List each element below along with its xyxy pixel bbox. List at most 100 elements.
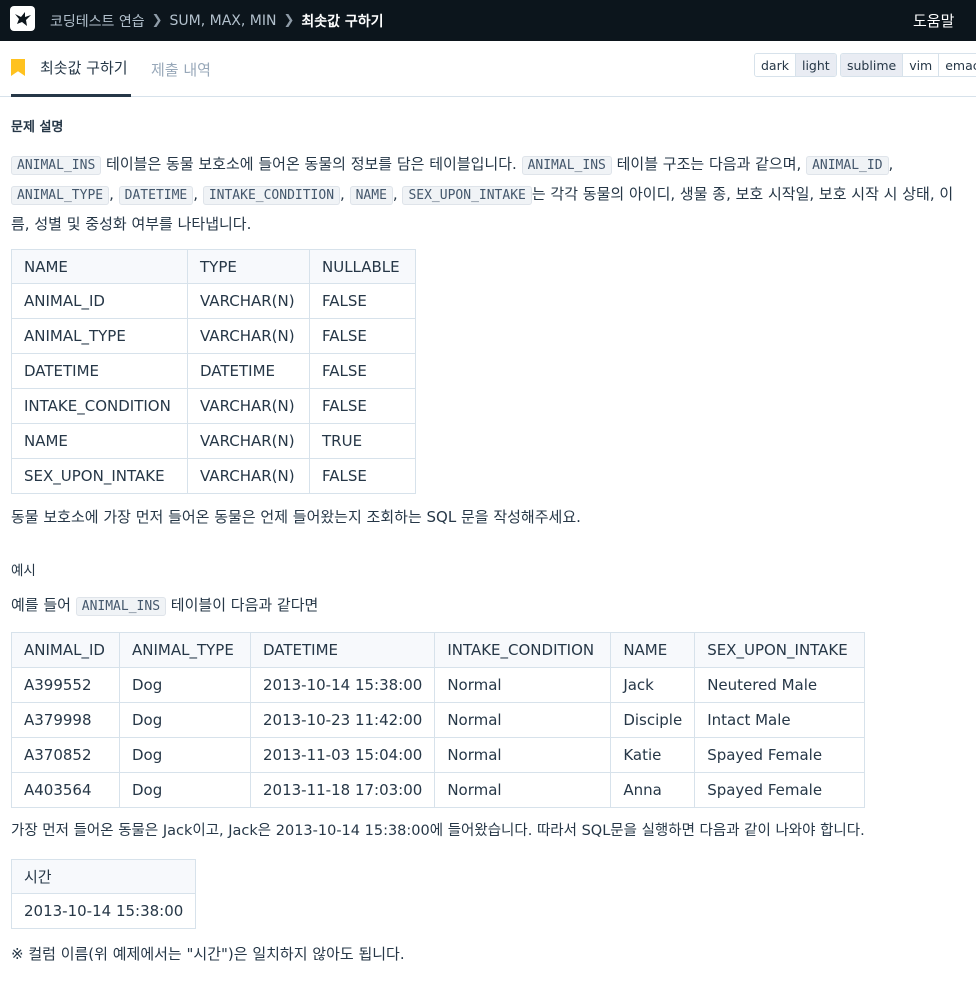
inline-code: ANIMAL_INS: [75, 597, 167, 616]
result-table: 시간 2013-10-14 15:38:00: [10, 859, 197, 929]
table-row: INTAKE_CONDITION VARCHAR(N) FALSE: [11, 388, 416, 424]
table-cell: Normal: [434, 702, 612, 738]
table-cell: VARCHAR(N): [187, 458, 310, 494]
table-row: DATETIME DATETIME FALSE: [11, 353, 416, 389]
intro-text: 테이블은 동물 보호소에 들어온 동물의 정보를 담은 테이블입니다.: [101, 155, 522, 173]
intro-text: ,: [193, 185, 203, 203]
theme-option-dark[interactable]: dark: [755, 54, 796, 76]
table-row: A403564 Dog 2013-11-18 17:03:00 Normal A…: [11, 772, 866, 808]
inline-code: SEX_UPON_INTAKE: [402, 186, 532, 205]
table-cell: DATETIME: [11, 353, 188, 389]
breadcrumb-item-sum-max-min[interactable]: SUM, MAX, MIN: [170, 13, 277, 29]
chevron-right-icon: ❯: [283, 13, 295, 28]
breadcrumb: 코딩테스트 연습 ❯ SUM, MAX, MIN ❯ 최솟값 구하기: [50, 0, 384, 41]
intro-text: ,: [888, 155, 894, 173]
inline-code: ANIMAL_INS: [11, 156, 102, 175]
table-cell: Disciple: [610, 702, 696, 738]
table-cell: FALSE: [309, 318, 416, 354]
table-cell: 2013-11-18 17:03:00: [249, 772, 436, 808]
table-cell: NAME: [11, 423, 188, 459]
theme-toggle: dark light: [754, 53, 837, 77]
table-cell: 2013-10-14 15:38:00: [249, 667, 436, 703]
table-header: NAME: [11, 249, 188, 284]
chevron-right-icon: ❯: [151, 13, 163, 28]
table-cell: VARCHAR(N): [187, 388, 310, 424]
table-cell: ANIMAL_ID: [11, 283, 188, 319]
intro-paragraph: ANIMAL_INS 테이블은 동물 보호소에 들어온 동물의 정보를 담은 테…: [11, 150, 961, 239]
table-row: ANIMAL_TYPE VARCHAR(N) FALSE: [11, 318, 416, 354]
table-cell: Dog: [119, 702, 251, 738]
table-cell: 2013-11-03 15:04:00: [249, 737, 436, 773]
section-title: 문제 설명: [11, 120, 64, 135]
table-row: A399552 Dog 2013-10-14 15:38:00 Normal J…: [11, 667, 866, 703]
example-intro-paragraph: 예를 들어 ANIMAL_INS 테이블이 다음과 같다면: [11, 591, 961, 621]
table-cell: Normal: [434, 667, 612, 703]
table-header: ANIMAL_ID: [11, 632, 120, 668]
table-cell: TRUE: [309, 423, 416, 459]
bookmark-icon: [11, 59, 25, 76]
table-cell: A370852: [11, 737, 120, 773]
keymap-option-emacs[interactable]: emacs: [939, 54, 976, 76]
table-cell: Katie: [610, 737, 696, 773]
table-cell: ANIMAL_TYPE: [11, 318, 188, 354]
note-paragraph: ※ 컬럼 이름(위 예제에서는 "시간")은 일치하지 않아도 됩니다.: [11, 945, 405, 963]
keymap-option-sublime[interactable]: sublime: [841, 54, 904, 76]
tab-problem[interactable]: 최솟값 구하기: [11, 41, 131, 97]
task-paragraph: 동물 보호소에 가장 먼저 들어온 동물은 언제 들어왔는지 조회하는 SQL …: [11, 508, 581, 526]
help-link[interactable]: 도움말: [913, 0, 954, 41]
example-intro-text: 테이블이 다음과 같다면: [166, 596, 319, 614]
table-cell: Dog: [119, 737, 251, 773]
table-cell: Normal: [434, 737, 612, 773]
table-row: NAME VARCHAR(N) TRUE: [11, 423, 416, 459]
intro-text: ,: [109, 185, 119, 203]
inline-code: NAME: [349, 186, 393, 205]
table-cell: FALSE: [309, 458, 416, 494]
programmers-logo-icon[interactable]: [10, 6, 35, 31]
breadcrumb-item-coding-test[interactable]: 코딩테스트 연습: [50, 11, 145, 31]
table-cell: Normal: [434, 772, 612, 808]
table-cell: Neutered Male: [694, 667, 866, 703]
table-cell: A403564: [11, 772, 120, 808]
example-intro-text: 예를 들어: [11, 596, 76, 614]
table-row: A379998 Dog 2013-10-23 11:42:00 Normal D…: [11, 702, 866, 738]
table-cell: A379998: [11, 702, 120, 738]
keymap-option-vim[interactable]: vim: [903, 54, 940, 76]
example-table: ANIMAL_ID ANIMAL_TYPE DATETIME INTAKE_CO…: [11, 632, 866, 808]
table-header: ANIMAL_TYPE: [119, 632, 251, 668]
example-label: 예시: [11, 563, 36, 579]
table-header: INTAKE_CONDITION: [434, 632, 612, 668]
tab-problem-label: 최솟값 구하기: [40, 59, 128, 77]
intro-text: ,: [340, 185, 350, 203]
table-row: 2013-10-14 15:38:00: [10, 893, 197, 929]
table-cell: SEX_UPON_INTAKE: [11, 458, 188, 494]
result-paragraph: 가장 먼저 들어온 동물은 Jack이고, Jack은 2013-10-14 1…: [11, 823, 865, 839]
breadcrumb-current-problem: 최솟값 구하기: [301, 13, 384, 30]
table-cell: VARCHAR(N): [187, 283, 310, 319]
intro-text: 테이블 구조는 다음과 같으며,: [611, 155, 807, 173]
editor-keymap-toggle: sublime vim emacs: [840, 53, 976, 77]
table-cell: Spayed Female: [694, 772, 866, 808]
schema-table: NAME TYPE NULLABLE ANIMAL_ID VARCHAR(N) …: [11, 249, 416, 494]
table-cell: DATETIME: [187, 353, 310, 389]
table-header: DATETIME: [249, 632, 436, 668]
theme-option-light[interactable]: light: [795, 54, 836, 76]
table-row: ANIMAL_ID VARCHAR(N) FALSE: [11, 283, 416, 319]
tab-submission-history[interactable]: 제출 내역: [151, 41, 211, 97]
table-header: NULLABLE: [309, 249, 416, 284]
inline-code: ANIMAL_TYPE: [11, 186, 110, 205]
inline-code: ANIMAL_INS: [521, 156, 612, 175]
table-row: SEX_UPON_INTAKE VARCHAR(N) FALSE: [11, 458, 416, 494]
inline-code: DATETIME: [118, 186, 194, 205]
table-cell: INTAKE_CONDITION: [11, 388, 188, 424]
table-header: NAME: [610, 632, 696, 668]
table-cell: Dog: [119, 772, 251, 808]
table-cell: FALSE: [309, 388, 416, 424]
top-navigation-bar: 코딩테스트 연습 ❯ SUM, MAX, MIN ❯ 최솟값 구하기 도움말: [0, 0, 976, 41]
table-cell: 2013-10-23 11:42:00: [249, 702, 436, 738]
table-cell: Spayed Female: [694, 737, 866, 773]
table-cell: Dog: [119, 667, 251, 703]
table-cell: Anna: [610, 772, 696, 808]
inline-code: ANIMAL_ID: [806, 156, 889, 175]
table-cell: VARCHAR(N): [187, 318, 310, 354]
table-row: A370852 Dog 2013-11-03 15:04:00 Normal K…: [11, 737, 866, 773]
